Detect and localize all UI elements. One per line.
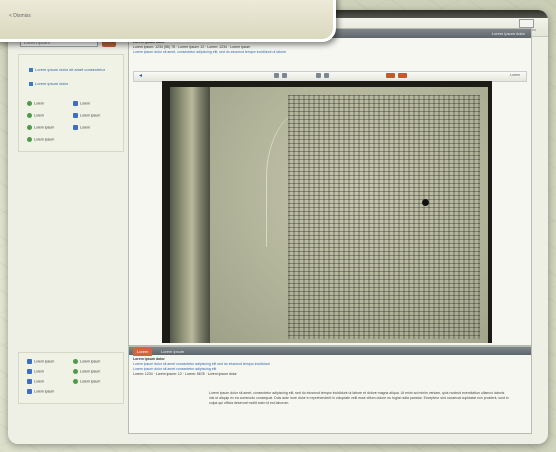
viewer-tab-right-label[interactable]: Lorem ipsum dolor — [492, 30, 525, 38]
left-grid-item[interactable]: Lorem ipsum — [73, 359, 100, 364]
tab-detail-1[interactable]: Lorem — [133, 348, 153, 356]
blue-square-icon — [27, 369, 32, 374]
document-viewer: Lorem Lorem ipsum Lorem Lorem ipsum dolo… — [128, 28, 532, 346]
left-grid-item[interactable]: Lorem ipsum — [73, 379, 100, 384]
detail-panel: Lorem Lorem ipsum Lorem ipsum dolor Lore… — [128, 346, 532, 434]
document-page — [210, 87, 488, 343]
green-circle-icon — [27, 137, 32, 142]
left-grid-item[interactable]: Lorem ipsum — [27, 125, 54, 130]
left-grid-item[interactable]: Lorem — [27, 113, 44, 118]
left-panel-top: Lorem ipsum dolor sit amet consectetur L… — [18, 54, 124, 152]
first-page-icon[interactable] — [274, 73, 279, 78]
left-grid-item[interactable]: Lorem — [27, 101, 44, 106]
left-grid-item[interactable]: Lorem ipsum — [73, 113, 100, 118]
green-circle-icon — [73, 359, 78, 364]
tab-detail-2[interactable]: Lorem ipsum — [157, 348, 188, 356]
handwriting-texture — [288, 95, 480, 339]
title-strip — [328, 10, 548, 18]
left-grid-item[interactable]: Lorem — [27, 369, 44, 374]
next-page-icon[interactable] — [316, 73, 321, 78]
blue-square-icon — [27, 359, 32, 364]
left-grid-item[interactable]: Lorem ipsum — [27, 359, 54, 364]
back-arrow-icon[interactable]: ◂ — [139, 72, 142, 79]
record-info: Lorem ipsum dolor Lorem ipsum: 1234 (56)… — [133, 40, 525, 55]
green-circle-icon — [27, 101, 32, 106]
blue-square-icon — [73, 113, 78, 118]
prev-page-icon[interactable] — [282, 73, 287, 78]
ink-blot — [422, 199, 429, 206]
left-grid-item[interactable]: Lorem — [27, 379, 44, 384]
detail-paragraph: Lorem ipsum dolor sit amet, consectetur … — [209, 391, 509, 405]
left-grid-item[interactable]: Lorem — [73, 125, 90, 130]
last-page-icon[interactable] — [324, 73, 329, 78]
left-link-1[interactable]: Lorem ipsum dolor sit amet consectetur — [29, 67, 105, 72]
zoom-in-button[interactable] — [386, 73, 395, 78]
link-icon — [29, 67, 33, 72]
link-icon — [29, 81, 33, 86]
green-circle-icon — [73, 369, 78, 374]
detail-header: Lorem ipsum dolor Lorem ipsum dolor sit … — [133, 357, 525, 377]
popup-dismiss-link[interactable]: < Dismiss — [9, 13, 31, 19]
zoom-out-button[interactable] — [398, 73, 407, 78]
document-spine — [170, 87, 210, 343]
blue-square-icon — [27, 389, 32, 394]
blue-square-icon — [27, 379, 32, 384]
detail-meta: Lorem: 1234 · Lorem ipsum: 12 · Lorem: 5… — [133, 372, 237, 376]
left-grid-item[interactable]: Lorem ipsum — [27, 137, 54, 142]
left-grid-item[interactable]: Lorem ipsum — [73, 369, 100, 374]
left-link-2[interactable]: Lorem ipsum dolor — [29, 81, 68, 86]
left-grid-item[interactable]: Lorem — [73, 101, 90, 106]
blue-square-icon — [73, 101, 78, 106]
blue-square-icon — [73, 125, 78, 130]
left-panel-bottom: Lorem ipsum Lorem ipsum Lorem Lorem ipsu… — [18, 352, 124, 404]
toolbar-right-label[interactable]: Lorem — [510, 73, 520, 77]
green-circle-icon — [73, 379, 78, 384]
green-circle-icon — [27, 125, 32, 130]
notification-popup: < Dismiss — [0, 0, 336, 42]
green-circle-icon — [27, 113, 32, 118]
record-description[interactable]: Lorem ipsum dolor sit amet, consectetur … — [133, 50, 525, 55]
detail-tabs: Lorem Lorem ipsum — [129, 347, 531, 356]
left-grid-item[interactable]: Lorem ipsum — [27, 389, 54, 394]
scanned-document[interactable] — [162, 81, 492, 343]
